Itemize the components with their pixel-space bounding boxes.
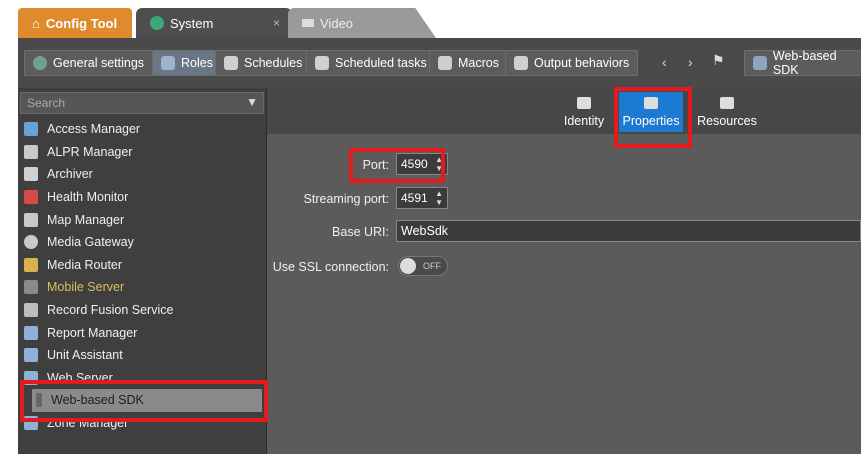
- health-icon: [24, 190, 38, 205]
- output-behaviors-button[interactable]: Output behaviors: [505, 50, 639, 76]
- search-input[interactable]: Search ▼: [20, 92, 264, 114]
- mobile-icon: [24, 280, 38, 295]
- button-label: Web-based SDK: [772, 49, 837, 77]
- role-label: ALPR Manager: [47, 144, 133, 159]
- roles-icon: [161, 56, 175, 70]
- role-map-manager[interactable]: Map Manager: [20, 208, 266, 231]
- back-arrow-icon[interactable]: ‹: [662, 54, 667, 70]
- role-access-manager[interactable]: Access Manager: [20, 118, 266, 141]
- role-mobile-server[interactable]: Mobile Server: [20, 276, 266, 299]
- role-label: Access Manager: [47, 122, 141, 137]
- tab-resources[interactable]: Resources: [695, 92, 759, 132]
- base-uri-label: Base URI:: [332, 225, 389, 239]
- access-manager-icon: [24, 122, 38, 137]
- forward-arrow-icon[interactable]: ›: [688, 54, 693, 70]
- tab-system[interactable]: System ×: [136, 8, 292, 38]
- tab-label: System: [170, 15, 214, 31]
- tab-label: Video: [320, 15, 354, 31]
- toggle-knob: [400, 258, 416, 274]
- macro-icon: [438, 56, 452, 70]
- identity-icon: [577, 97, 591, 109]
- tab-label: Resources: [697, 114, 757, 128]
- role-archiver[interactable]: Archiver: [20, 163, 266, 186]
- role-unit-assistant[interactable]: Unit Assistant: [20, 344, 266, 367]
- calendar-icon: [224, 56, 238, 70]
- tab-video[interactable]: Video: [288, 8, 436, 38]
- button-label: General settings: [53, 56, 145, 70]
- tab-label: Identity: [563, 114, 605, 128]
- role-label: Archiver: [47, 167, 93, 182]
- map-icon: [24, 212, 38, 227]
- role-label: Map Manager: [47, 212, 125, 227]
- button-label: Scheduled tasks: [335, 56, 427, 70]
- highlight-properties-tab: [614, 87, 692, 148]
- tab-config-tool[interactable]: ⌂ Config Tool: [18, 8, 132, 38]
- base-uri-value: WebSdk: [401, 224, 449, 238]
- task-toolbar: General settings Roles Schedules Schedul…: [18, 38, 861, 88]
- role-media-router[interactable]: Media Router: [20, 254, 266, 277]
- history-icon[interactable]: ⚑: [712, 52, 725, 69]
- macros-button[interactable]: Macros: [429, 50, 508, 76]
- sdk-icon: [753, 56, 767, 70]
- archiver-icon: [24, 167, 38, 182]
- tab-label: Config Tool: [45, 15, 118, 31]
- role-label: Media Gateway: [47, 235, 134, 250]
- role-properties-pane: Identity Properties Resources Port: 4590…: [267, 88, 861, 454]
- ssl-connection-label: Use SSL connection:: [272, 260, 389, 274]
- role-label: Health Monitor: [47, 190, 129, 205]
- role-label: Report Manager: [47, 325, 138, 340]
- role-media-gateway[interactable]: Media Gateway: [20, 231, 266, 254]
- close-icon[interactable]: ×: [273, 16, 280, 30]
- globe-icon: [150, 16, 164, 30]
- fusion-icon: [24, 303, 38, 318]
- schedules-button[interactable]: Schedules: [215, 50, 312, 76]
- scheduled-task-icon: [315, 56, 329, 70]
- base-uri-field[interactable]: WebSdk: [396, 220, 861, 242]
- resources-icon: [720, 97, 734, 109]
- alpr-icon: [24, 144, 38, 159]
- top-tab-bar: ⌂ Config Tool System × Video: [0, 0, 861, 38]
- role-label: Media Router: [47, 257, 123, 272]
- search-placeholder: Search: [27, 96, 66, 110]
- role-report-manager[interactable]: Report Manager: [20, 321, 266, 344]
- video-icon: [302, 19, 314, 27]
- button-label: Macros: [458, 56, 499, 70]
- scheduled-tasks-button[interactable]: Scheduled tasks: [306, 50, 436, 76]
- gear-icon: [33, 56, 47, 70]
- unit-icon: [24, 348, 38, 363]
- streaming-port-label: Streaming port:: [303, 192, 389, 206]
- toggle-state: OFF: [423, 261, 441, 271]
- gateway-icon: [24, 235, 38, 250]
- ssl-toggle[interactable]: OFF: [398, 256, 448, 276]
- entity-button[interactable]: Web-based SDK: [744, 49, 861, 77]
- home-icon: ⌂: [32, 15, 40, 31]
- button-label: Output behaviors: [534, 56, 630, 70]
- role-label: Record Fusion Service: [47, 303, 174, 318]
- roles-button[interactable]: Roles: [152, 50, 222, 76]
- report-icon: [24, 325, 38, 340]
- role-label: Unit Assistant: [47, 348, 123, 363]
- role-alpr-manager[interactable]: ALPR Manager: [20, 141, 266, 164]
- stepper-arrows-icon[interactable]: ▲ ▼: [435, 189, 443, 207]
- router-icon: [24, 257, 38, 272]
- streaming-port-value: 4591: [401, 191, 428, 205]
- tab-identity[interactable]: Identity: [555, 92, 613, 132]
- filter-icon[interactable]: ▼: [246, 95, 258, 109]
- general-settings-button[interactable]: General settings: [24, 50, 154, 76]
- button-label: Roles: [181, 56, 213, 70]
- highlight-web-based-sdk: [20, 380, 268, 422]
- role-health-monitor[interactable]: Health Monitor: [20, 186, 266, 209]
- content-tab-bar: Identity Properties Resources: [267, 88, 861, 134]
- highlight-port-field: [349, 148, 445, 183]
- role-label: Mobile Server: [47, 280, 125, 295]
- button-label: Schedules: [244, 56, 303, 70]
- streaming-port-stepper[interactable]: 4591 ▲ ▼: [396, 187, 448, 209]
- output-icon: [514, 56, 528, 70]
- role-record-fusion-service[interactable]: Record Fusion Service: [20, 299, 266, 322]
